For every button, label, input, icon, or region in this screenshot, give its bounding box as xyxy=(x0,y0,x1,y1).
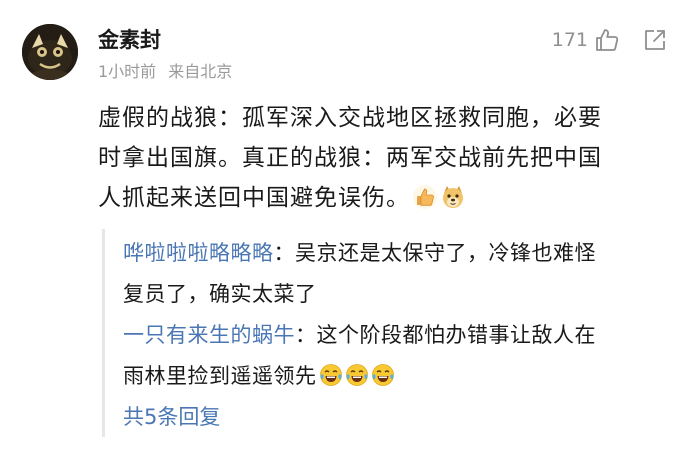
comment-location: 来自北京 xyxy=(168,62,233,81)
laughing-tears-icon xyxy=(371,364,394,386)
comment-text-line: 时拿出国旗。真正的战狼：两军交战前先把中国 xyxy=(98,145,602,171)
comment-text: 虚假的战狼：孤军深入交战地区拯救同胞，必要 时拿出国旗。真正的战狼：两军交战前先… xyxy=(98,98,668,218)
comment-time: 1小时前 xyxy=(98,62,157,81)
reply-text: 复员了，确实太菜了 xyxy=(123,282,317,306)
like-count: 171 xyxy=(551,29,588,51)
reply-author[interactable]: 哗啦啦啦略略略 xyxy=(123,241,274,265)
replies-list: 哗啦啦啦略略略：吴京还是太保守了，冷锋也难怪 复员了，确实太菜了 一只有来生的蜗… xyxy=(102,229,668,437)
thumbs-up-icon[interactable] xyxy=(594,27,620,53)
avatar[interactable] xyxy=(22,24,78,80)
reply-text: 吴京还是太保守了，冷锋也难怪 xyxy=(295,241,596,265)
reply-separator: ： xyxy=(295,323,317,347)
thumbs-up-icon xyxy=(413,185,437,209)
share-icon[interactable] xyxy=(642,27,668,53)
comment-actions: 171 xyxy=(552,26,668,54)
avatar-image xyxy=(22,24,78,80)
reply-separator: ： xyxy=(273,241,295,265)
reply-text: 这个阶段都怕办错事让敌人在 xyxy=(316,323,596,347)
reply-item[interactable]: 一只有来生的蜗牛：这个阶段都怕办错事让敌人在 雨林里捡到遥遥领先 xyxy=(123,315,668,397)
doge-icon xyxy=(443,186,463,208)
username[interactable]: 金素封 xyxy=(98,26,161,54)
comment-text-line: 人抓起来送回中国避免误伤。 xyxy=(98,178,668,218)
comment-meta: 1小时前 来自北京 xyxy=(98,62,232,82)
laughing-tears-icon xyxy=(319,364,342,386)
reply-item[interactable]: 哗啦啦啦略略略：吴京还是太保守了，冷锋也难怪 复员了，确实太菜了 xyxy=(123,233,668,315)
reply-author[interactable]: 一只有来生的蜗牛 xyxy=(123,323,295,347)
view-all-replies-link[interactable]: 共5条回复 xyxy=(123,399,668,435)
laughing-tears-icon xyxy=(345,364,368,386)
comment-text-line: 虚假的战狼：孤军深入交战地区拯救同胞，必要 xyxy=(98,105,602,131)
reply-text: 雨林里捡到遥遥领先 xyxy=(123,364,317,388)
